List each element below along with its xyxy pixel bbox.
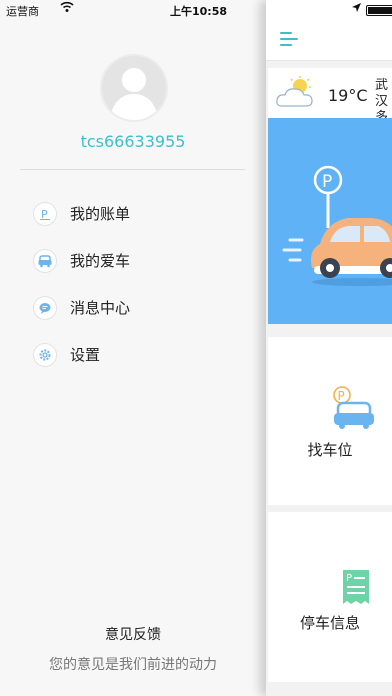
wifi-icon [60, 1, 74, 16]
menu-item-settings[interactable]: 设置 [0, 331, 266, 378]
find-parking-label: 找车位 [307, 441, 353, 459]
menu-toggle-icon[interactable] [280, 32, 298, 46]
user-silhouette-icon [110, 68, 158, 120]
menu-item-label: 我的账单 [70, 205, 131, 223]
svg-text:P: P [338, 389, 345, 403]
menu-item-my-car[interactable]: 我的爱车 [0, 237, 266, 284]
parking-banner[interactable]: P [268, 118, 392, 324]
find-parking-card[interactable]: P 找车位 [268, 337, 392, 505]
feedback-subtitle: 您的意见是我们前进的动力 [49, 657, 217, 673]
car-icon [33, 248, 57, 273]
top-bar [266, 20, 392, 61]
divider [20, 169, 245, 170]
location-arrow-icon [352, 3, 361, 15]
side-drawer: 运营商 上午10:58 tcs66633955 P 我的账单 我的爱车 消息中心… [0, 0, 266, 696]
message-icon [33, 295, 57, 320]
clock: 上午10:58 [170, 5, 228, 18]
svg-text:P: P [346, 573, 352, 584]
parking-car-illustration: P [282, 165, 392, 286]
drawer-menu: P 我的账单 我的爱车 消息中心 设置 [0, 190, 266, 378]
parking-receipt-icon: P [341, 568, 371, 612]
menu-item-label: 设置 [70, 346, 101, 364]
gear-icon [33, 342, 57, 367]
status-bar: 运营商 上午10:58 [0, 0, 266, 20]
battery-icon [366, 5, 392, 16]
username[interactable]: tcs66633955 [0, 132, 266, 151]
weather-card: 19°C 武汉 多云 [268, 68, 392, 141]
menu-item-label: 我的爱车 [70, 252, 131, 270]
parking-bill-icon: P [33, 201, 57, 226]
svg-text:P: P [322, 172, 332, 192]
parking-info-card[interactable]: P 停车信息 [268, 512, 392, 682]
city-name: 武汉 [375, 78, 389, 109]
temperature: 19°C [328, 86, 368, 105]
menu-item-label: 消息中心 [70, 299, 131, 317]
carrier-label: 运营商 [6, 5, 39, 18]
find-parking-icon: P [330, 385, 376, 435]
avatar[interactable] [100, 54, 168, 122]
status-bar-right [266, 0, 392, 20]
partly-cloudy-icon [274, 76, 324, 114]
menu-item-messages[interactable]: 消息中心 [0, 284, 266, 331]
feedback-link[interactable]: 意见反馈 [0, 624, 266, 644]
parking-info-label: 停车信息 [299, 614, 360, 632]
menu-item-bills[interactable]: P 我的账单 [0, 190, 266, 237]
main-panel: 19°C 武汉 多云 P [266, 0, 392, 696]
